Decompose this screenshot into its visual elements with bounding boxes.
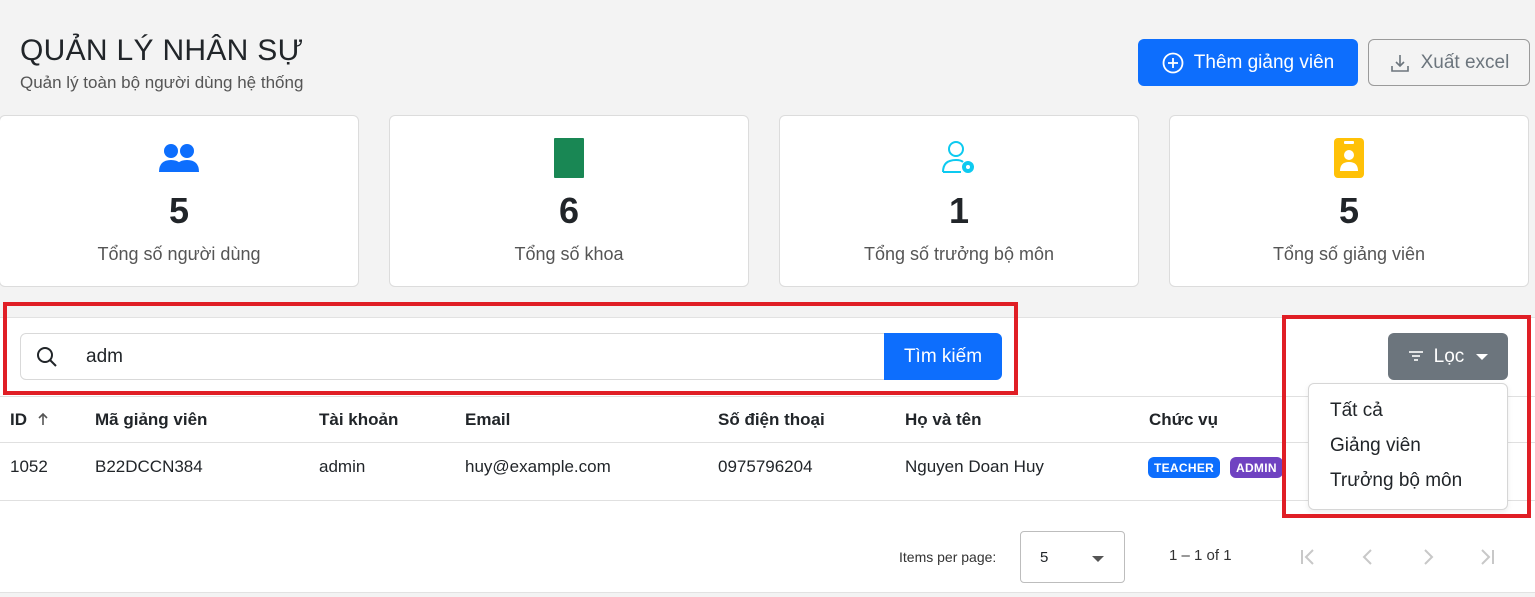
caret-down-icon (1092, 556, 1104, 562)
column-header-role: Chức vụ (1149, 410, 1218, 429)
filter-dropdown-menu: Tất cả Giảng viên Trưởng bộ môn (1308, 383, 1508, 510)
filter-option-lecturer[interactable]: Giảng viên (1330, 435, 1421, 457)
cell-account: admin (319, 457, 366, 476)
pagination-range: 1 – 1 of 1 (1169, 547, 1232, 564)
search-icon (35, 345, 59, 374)
cell-id: 1052 (10, 457, 48, 476)
add-lecturer-label: Thêm giảng viên (1193, 51, 1335, 73)
next-page-icon[interactable] (1417, 546, 1439, 568)
column-header-id[interactable]: ID (10, 410, 49, 430)
download-icon (1389, 52, 1411, 74)
column-header-name: Họ và tên (905, 410, 982, 429)
stat-value: 5 (1338, 190, 1360, 231)
column-header-account: Tài khoản (319, 410, 399, 429)
stat-value: 6 (558, 190, 580, 231)
users-icon (0, 138, 358, 178)
page-subtitle: Quản lý toàn bộ người dùng hệ thống (20, 73, 304, 92)
stat-card-users: 5 Tổng số người dùng (0, 115, 359, 287)
filter-icon (1408, 346, 1424, 368)
search-input[interactable]: adm (20, 333, 1002, 380)
column-header-phone: Số điện thoại (718, 410, 825, 429)
table-row[interactable]: 1052 B22DCCN384 admin huy@example.com 09… (0, 443, 1535, 501)
cell-name: Nguyen Doan Huy (905, 457, 1044, 476)
column-header-code: Mã giảng viên (95, 410, 208, 429)
export-excel-label: Xuất excel (1420, 51, 1510, 73)
filter-option-head[interactable]: Trưởng bộ môn (1330, 470, 1462, 492)
column-header-email: Email (465, 410, 511, 429)
items-per-page-value: 5 (1040, 549, 1049, 566)
search-input-value: adm (86, 346, 123, 367)
user-gear-icon (780, 138, 1138, 178)
stat-value: 5 (168, 190, 190, 231)
previous-page-icon[interactable] (1357, 546, 1379, 568)
role-badge-teacher: TEACHER (1148, 457, 1221, 478)
table-header: ID Mã giảng viên Tài khoản Email Số điện… (0, 396, 1535, 443)
stat-label: Tổng số giảng viên (1272, 244, 1426, 264)
role-badge-admin: ADMIN (1230, 457, 1283, 478)
stat-card-lecturers: 5 Tổng số giảng viên (1169, 115, 1529, 287)
id-badge-icon (1170, 138, 1528, 178)
cell-phone: 0975796204 (718, 457, 813, 476)
cell-email: huy@example.com (465, 457, 611, 476)
sort-arrow-up-icon (38, 412, 48, 425)
stat-label: Tổng số khoa (514, 244, 624, 264)
filter-label: Lọc (1433, 345, 1465, 367)
last-page-icon[interactable] (1476, 546, 1498, 568)
stat-card-departments: 6 Tổng số khoa (389, 115, 749, 287)
filter-option-all[interactable]: Tất cả (1330, 400, 1383, 422)
items-per-page-select[interactable]: 5 (1020, 531, 1125, 583)
book-icon (390, 138, 748, 178)
stat-label: Tổng số trưởng bộ môn (864, 244, 1054, 264)
stat-label: Tổng số người dùng (97, 244, 261, 264)
caret-down-icon (1476, 353, 1489, 360)
filter-button[interactable]: Lọc (1388, 333, 1508, 380)
cell-code: B22DCCN384 (95, 457, 203, 476)
plus-circle-icon (1162, 52, 1184, 74)
export-excel-button[interactable]: Xuất excel (1368, 39, 1530, 86)
search-button[interactable]: Tìm kiếm (884, 333, 1002, 380)
stat-value: 1 (948, 190, 970, 231)
page-title: QUẢN LÝ NHÂN SỰ (20, 34, 304, 67)
stat-card-heads: 1 Tổng số trưởng bộ môn (779, 115, 1139, 287)
first-page-icon[interactable] (1297, 546, 1319, 568)
items-per-page-label: Items per page: (899, 549, 997, 565)
add-lecturer-button[interactable]: Thêm giảng viên (1138, 39, 1358, 86)
